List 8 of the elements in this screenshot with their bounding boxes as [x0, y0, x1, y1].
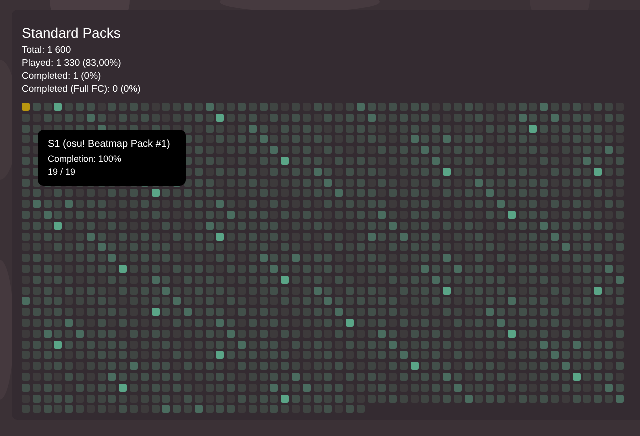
stat-line: Played: 1 330 (83,00%) [22, 57, 122, 70]
tooltip-line: Completion: 100% [48, 153, 122, 166]
tooltip-title: S1 (osu! Beatmap Pack #1) [48, 138, 170, 152]
stat-line: Completed: 1 (0%) [22, 70, 102, 83]
stat-line: Total: 1 600 [22, 44, 72, 57]
tooltip-line: 19 / 19 [48, 166, 76, 179]
stat-line: Completed (Full FC): 0 (0%) [22, 83, 141, 96]
panel-title: Standard Packs [22, 24, 121, 42]
